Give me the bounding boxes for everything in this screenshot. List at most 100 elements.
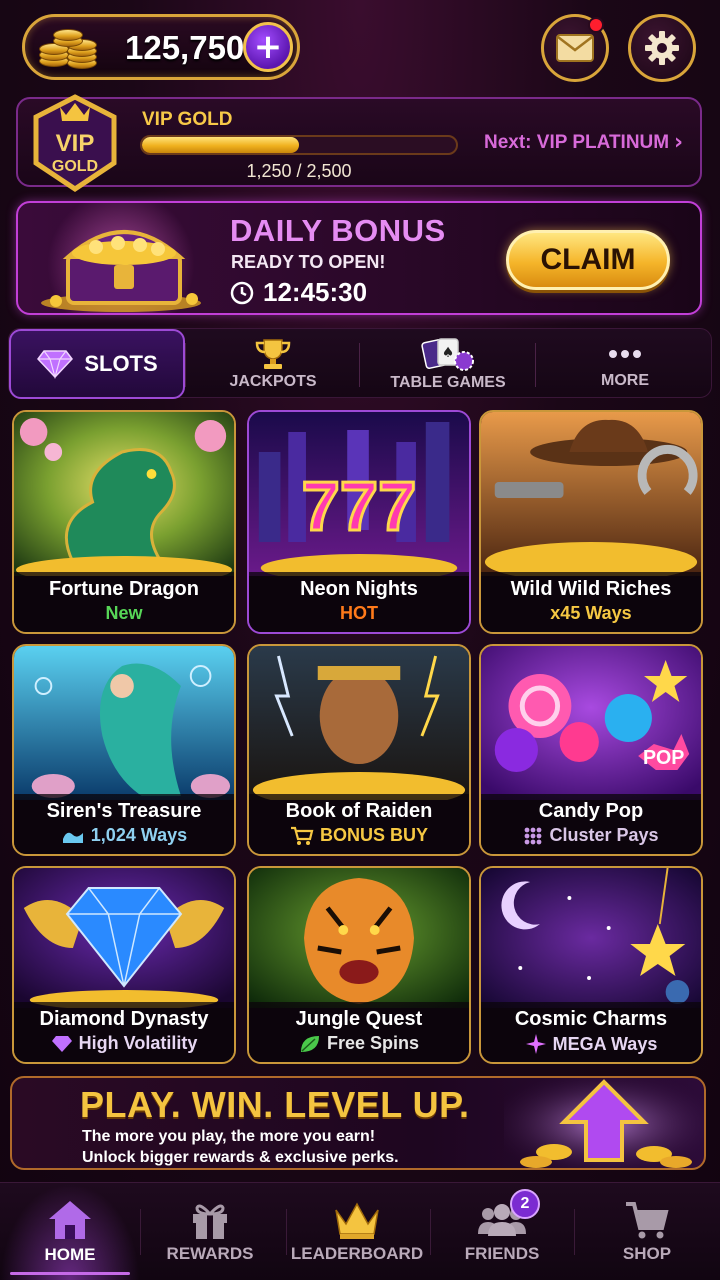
daily-bonus-panel: DAILY BONUS READY TO OPEN! 12:45:30 CLAI… (16, 201, 702, 315)
vip-progress-text: 1,250 / 2,500 (246, 161, 352, 181)
cards-icon: ♠ (421, 337, 474, 371)
sirens-treasure-art (14, 646, 234, 800)
game-card-diamond-dynasty[interactable]: Diamond Dynasty High Volatility (12, 866, 236, 1064)
friends-count-badge: 2 (510, 1189, 540, 1219)
home-icon (49, 1201, 91, 1239)
neon-nights-art: 777 (249, 412, 469, 576)
level-up-arrow-icon (504, 1078, 704, 1168)
promo-title: PLAY. WIN. LEVEL UP. (80, 1084, 470, 1125)
add-coins-button[interactable]: + (243, 22, 293, 72)
coin-stack-icon (37, 25, 107, 71)
nav-leaderboard[interactable]: LEADERBOARD (286, 1183, 428, 1280)
game-title: Diamond Dynasty (39, 1008, 209, 1030)
tab-divider (535, 343, 536, 387)
vip-next-level[interactable]: Next: VIP PLATINUM (484, 132, 669, 154)
game-card-candy-pop[interactable]: POP Candy Pop Cluster Pays (479, 644, 703, 856)
nav-rewards-label: REWARDS (166, 1244, 254, 1263)
nav-active-indicator (10, 1272, 130, 1275)
tab-jackpots[interactable]: JACKPOTS (187, 329, 359, 399)
jungle-quest-art (249, 868, 469, 1008)
game-title: Book of Raiden (285, 800, 433, 822)
cart-icon (626, 1202, 669, 1239)
game-caption: Cosmic Charms MEGA Ways (481, 1002, 701, 1062)
more-dots-icon (609, 349, 641, 358)
game-caption: Siren's Treasure 1,024 Ways (14, 794, 234, 854)
game-tag-text: BONUS BUY (319, 825, 428, 845)
game-card-jungle-quest[interactable]: Jungle Quest Free Spins (247, 866, 471, 1064)
vip-progress-fill (142, 137, 299, 153)
game-title: Candy Pop (538, 800, 644, 822)
mail-button[interactable] (541, 14, 609, 82)
game-tag-text: 1,024 Ways (90, 825, 188, 845)
tab-more[interactable]: MORE (537, 329, 713, 399)
game-caption: Book of Raiden BONUS BUY (249, 794, 469, 854)
svg-text:♠: ♠ (442, 345, 455, 361)
game-tag-text: New (105, 603, 143, 623)
gift-icon (193, 1204, 227, 1239)
mail-icon (556, 34, 594, 62)
game-card-fortune-dragon[interactable]: Fortune Dragon New (12, 410, 236, 634)
clock-icon (230, 281, 254, 305)
game-tag: BONUS BUY (249, 825, 469, 846)
leaf-icon (300, 1035, 319, 1052)
daily-bonus-timer: 12:45:30 (263, 277, 368, 307)
game-tag: New (14, 603, 234, 624)
game-title: Neon Nights (300, 578, 418, 600)
cart-icon (290, 826, 314, 845)
promo-banner[interactable]: PLAY. WIN. LEVEL UP. The more you play, … (10, 1076, 706, 1170)
game-title: Jungle Quest (295, 1008, 423, 1030)
diamond-icon (37, 350, 74, 379)
game-caption: Jungle Quest Free Spins (249, 1002, 469, 1062)
nav-friends[interactable]: FRIENDS 2 (430, 1183, 574, 1280)
bottom-navigation: HOME REWARDS LEADERBOARD FRIENDS 2 SHOP (0, 1182, 720, 1280)
tab-slots-label: SLOTS (84, 351, 158, 376)
vip-level-label: VIP GOLD (142, 109, 233, 130)
nav-home-label: HOME (44, 1245, 96, 1264)
game-tag: High Volatility (14, 1033, 234, 1054)
nav-home[interactable]: HOME (0, 1183, 140, 1280)
diamond-dynasty-art (14, 868, 234, 1008)
treasure-chest-icon (26, 203, 216, 313)
game-title: Cosmic Charms (514, 1008, 668, 1030)
gem-icon (51, 1035, 72, 1052)
promo-line2: Unlock bigger rewards & exclusive perks. (82, 1149, 399, 1166)
game-tag-text: High Volatility (78, 1033, 198, 1053)
vip-progress-bar (140, 135, 458, 155)
tab-table-games-label: TABLE GAMES (390, 373, 506, 391)
game-card-cosmic-charms[interactable]: Cosmic Charms MEGA Ways (479, 866, 703, 1064)
game-card-wild-wild-riches[interactable]: Wild Wild Riches x45 Ways (479, 410, 703, 634)
tab-table-games[interactable]: ♠ TABLE GAMES (361, 329, 535, 399)
nav-rewards[interactable]: REWARDS (140, 1183, 280, 1280)
nav-friends-label: FRIENDS (464, 1244, 540, 1263)
game-title: Fortune Dragon (49, 578, 199, 600)
game-card-sirens-treasure[interactable]: Siren's Treasure 1,024 Ways (12, 644, 236, 856)
game-tag: x45 Ways (481, 603, 701, 624)
vip-badge-line2: GOLD (52, 158, 98, 175)
settings-button[interactable] (628, 14, 696, 82)
fortune-dragon-art (14, 412, 234, 576)
coin-balance: 125,750 (125, 29, 245, 66)
coin-balance-pill[interactable]: 125,750 + (22, 14, 300, 80)
promo-line1: The more you play, the more you earn! (82, 1128, 376, 1145)
game-card-book-of-raiden[interactable]: Book of Raiden BONUS BUY (247, 644, 471, 856)
game-tag-text: HOT (340, 603, 378, 623)
neon-nights-777: 777 (302, 466, 417, 545)
tab-slots[interactable]: SLOTS (9, 329, 185, 399)
game-title: Siren's Treasure (46, 800, 202, 822)
nav-shop-label: SHOP (622, 1244, 672, 1263)
game-tag-text: Free Spins (326, 1033, 420, 1053)
tab-jackpots-label: JACKPOTS (229, 372, 317, 390)
claim-button[interactable]: CLAIM (506, 230, 670, 290)
game-card-neon-nights[interactable]: 777 Neon Nights HOT (247, 410, 471, 634)
wild-wild-riches-art (481, 412, 701, 576)
game-tag: Free Spins (249, 1033, 469, 1054)
game-caption: Wild Wild Riches x45 Ways (481, 572, 701, 632)
vip-gold-badge: VIP GOLD (33, 94, 117, 193)
candy-pop-badge: POP (643, 747, 684, 769)
candy-pop-art: POP (481, 646, 701, 800)
game-caption: Diamond Dynasty High Volatility (14, 1002, 234, 1062)
nav-shop[interactable]: SHOP (574, 1183, 720, 1280)
tab-divider (185, 343, 186, 387)
wave-icon (62, 832, 83, 843)
vip-status-panel[interactable]: VIP GOLD VIP GOLD 1,250 / 2,500 Next: VI… (16, 94, 702, 193)
